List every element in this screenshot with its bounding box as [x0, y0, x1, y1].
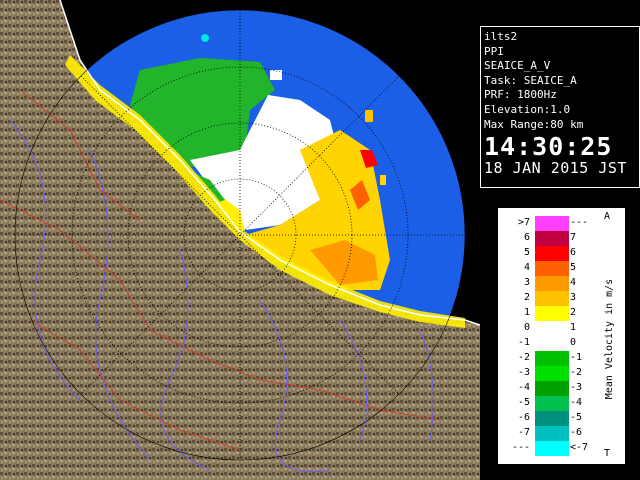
legend-row: -2 -1 [498, 351, 598, 366]
legend-row-upper: 1 [570, 322, 577, 333]
legend-row-upper: -2 [570, 367, 583, 378]
velocity-legend: >7 --- 6 7 5 6 4 5 3 4 2 3 1 2 0 1 -1 0 -2 -1 -3 -2 -4 -3 -5 -4 -6… [498, 208, 625, 464]
legend-row-upper: --- [570, 217, 589, 228]
legend-row: -4 -3 [498, 381, 598, 396]
legend-row: -5 -4 [498, 396, 598, 411]
legend-swatch [535, 261, 569, 276]
legend-swatch [535, 291, 569, 306]
legend-row-lower: -3 [517, 367, 530, 378]
legend-row: -3 -2 [498, 366, 598, 381]
legend-row: 12 [498, 306, 598, 321]
legend-swatch [535, 426, 569, 441]
legend-row-lower: -2 [517, 352, 530, 363]
legend-corner-top: A [604, 211, 611, 222]
legend-row-upper: 7 [570, 232, 577, 243]
legend-row: 01 [498, 321, 598, 336]
legend-row-upper: <-7 [570, 442, 589, 453]
legend-row-upper: 0 [570, 337, 577, 348]
legend-row-upper: 6 [570, 247, 577, 258]
legend-row-lower: 4 [523, 262, 530, 273]
legend-row: 23 [498, 291, 598, 306]
legend-row-upper: -4 [570, 397, 583, 408]
legend-swatch [535, 396, 569, 411]
legend-swatch [535, 381, 569, 396]
legend-swatch [535, 351, 569, 366]
legend-row: 56 [498, 246, 598, 261]
legend-row-lower: 3 [523, 277, 530, 288]
scan-type: PPI [484, 44, 504, 58]
legend-row-lower: 2 [523, 292, 530, 303]
svg-text:Mean Velocity in m/s: Mean Velocity in m/s [604, 279, 615, 399]
legend-row-upper: 5 [570, 262, 577, 273]
site-name: ilts2 [484, 30, 518, 43]
legend-swatch [535, 276, 569, 291]
legend-row: 67 [498, 231, 598, 246]
legend-corner-bottom: T [604, 448, 611, 459]
scan-info-panel: ilts2 PPI SEAICE_A_V Task: SEAICE_A PRF:… [480, 26, 640, 188]
legend-row-upper: 3 [570, 292, 577, 303]
legend-row-upper: -1 [570, 352, 583, 363]
legend-row: 45 [498, 261, 598, 276]
legend-row-upper: -6 [570, 427, 583, 438]
legend-swatch [535, 231, 569, 246]
legend-row-lower: -7 [517, 427, 530, 438]
legend-row-lower: 5 [523, 247, 530, 258]
legend-row-lower: 6 [523, 232, 530, 243]
legend-row-upper: 2 [570, 307, 577, 318]
legend-swatch [535, 441, 569, 456]
legend-unit-label: Mean Velocity in m/s [604, 279, 615, 399]
legend-swatch [535, 246, 569, 261]
legend-row-lower: >7 [517, 217, 530, 228]
legend-row-upper: -5 [570, 412, 583, 423]
legend-row-upper: -3 [570, 382, 583, 393]
legend-row: -7 -6 [498, 426, 598, 441]
legend-swatch [535, 366, 569, 381]
legend-row: 34 [498, 276, 598, 291]
legend-row-lower: -1 [517, 337, 530, 348]
legend-row-lower: -5 [517, 397, 530, 408]
legend-row: -1 0 [498, 336, 598, 351]
legend-row-lower: --- [511, 442, 530, 453]
legend-swatch [535, 411, 569, 426]
legend-row-lower: -4 [517, 382, 530, 393]
legend-swatch [535, 336, 569, 351]
legend-row-lower: 1 [523, 307, 530, 318]
prf-value: PRF: 1800Hz [484, 88, 557, 102]
radar-ppi-svg [0, 0, 480, 480]
task-name: Task: SEAICE_A [484, 73, 577, 87]
legend-swatch [535, 321, 569, 336]
legend-swatch [535, 216, 569, 231]
scan-date: 18 JAN 2015 JST [484, 159, 627, 178]
legend-row-lower: 0 [523, 322, 530, 333]
scan-time: 14:30:25 [484, 132, 613, 162]
product-name: SEAICE_A_V [484, 59, 551, 73]
legend-row-upper: 4 [570, 277, 577, 288]
elevation-value: Elevation:1.0 [484, 102, 571, 116]
legend-row-lower: -6 [517, 412, 530, 423]
legend-row: -6 -5 [498, 411, 598, 426]
legend-row: --- <-7 [498, 441, 598, 456]
radar-ppi-map[interactable] [0, 0, 480, 480]
legend-swatch [535, 306, 569, 321]
legend-row: >7 --- [498, 216, 598, 231]
max-range-value: Max Range:80 km [484, 117, 584, 131]
